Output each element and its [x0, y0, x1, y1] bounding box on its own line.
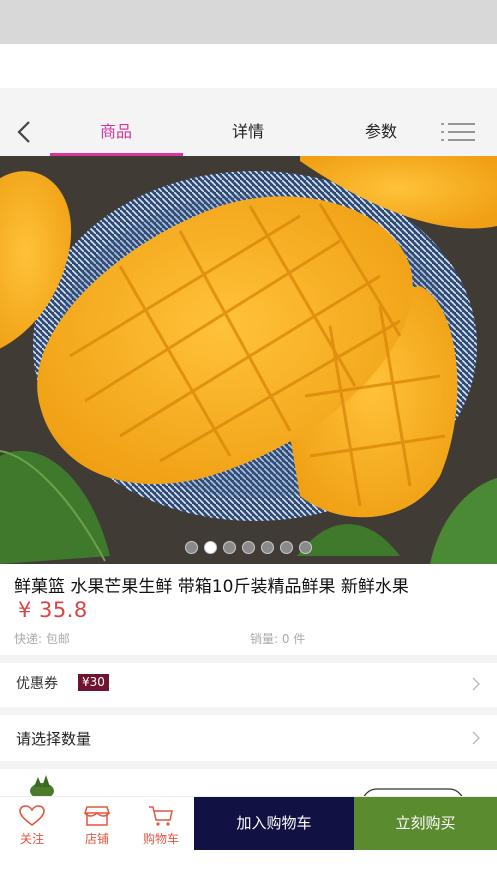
carousel-dot[interactable] — [242, 541, 255, 554]
divider — [0, 655, 497, 663]
chevron-right-icon — [472, 677, 480, 691]
cart-label: 购物车 — [142, 832, 179, 846]
follow-label: 关注 — [19, 832, 44, 846]
buy-now-button[interactable]: 立刻购买 — [354, 797, 497, 850]
quantity-select-row[interactable]: 请选择数量 — [0, 715, 497, 761]
coupon-row[interactable]: 优惠券 ¥30 — [0, 663, 497, 705]
shipping-info: 快递: 包邮 — [14, 632, 70, 646]
store-icon — [84, 806, 110, 826]
tab-goods[interactable]: 商品 — [86, 120, 146, 144]
carousel-dot[interactable] — [261, 541, 274, 554]
sales-count: 销量: 0 件 — [250, 632, 306, 646]
chevron-left-icon[interactable] — [14, 119, 36, 145]
bottom-action-bar: 关注 店铺 购物车 加入购物车 立刻购买 — [0, 796, 497, 851]
coupon-badge: ¥30 — [78, 674, 109, 691]
status-bar — [0, 0, 497, 44]
product-price: ¥ 35.8 — [18, 598, 88, 622]
list-menu-icon[interactable] — [440, 122, 476, 142]
carousel-dot[interactable] — [185, 541, 198, 554]
carousel-indicators — [0, 541, 497, 555]
cart-icon-button[interactable]: 购物车 — [129, 797, 193, 852]
top-spacer — [0, 44, 497, 88]
store-label: 店铺 — [84, 832, 109, 846]
heart-icon — [19, 805, 45, 827]
add-to-cart-button[interactable]: 加入购物车 — [194, 797, 354, 850]
divider — [0, 707, 497, 715]
quantity-label: 请选择数量 — [16, 730, 92, 748]
tab-params[interactable]: 参数 — [351, 120, 411, 144]
carousel-dot[interactable] — [223, 541, 236, 554]
store-button[interactable]: 店铺 — [65, 797, 129, 852]
tab-details[interactable]: 详情 — [218, 120, 278, 144]
store-section-peek — [0, 769, 497, 799]
follow-button[interactable]: 关注 — [0, 797, 64, 852]
coupon-label: 优惠券 — [16, 676, 58, 692]
shopping-cart-icon — [149, 806, 173, 826]
carousel-dot-active[interactable] — [204, 541, 217, 554]
product-title: 鲜菓篮 水果芒果生鲜 带箱10斤装精品鲜果 新鲜水果 — [14, 577, 409, 597]
carousel-dot[interactable] — [299, 541, 312, 554]
product-image-carousel[interactable] — [0, 156, 497, 564]
carousel-dot[interactable] — [280, 541, 293, 554]
divider — [0, 761, 497, 769]
chevron-right-icon — [472, 731, 480, 745]
mango-product-image — [0, 156, 497, 564]
